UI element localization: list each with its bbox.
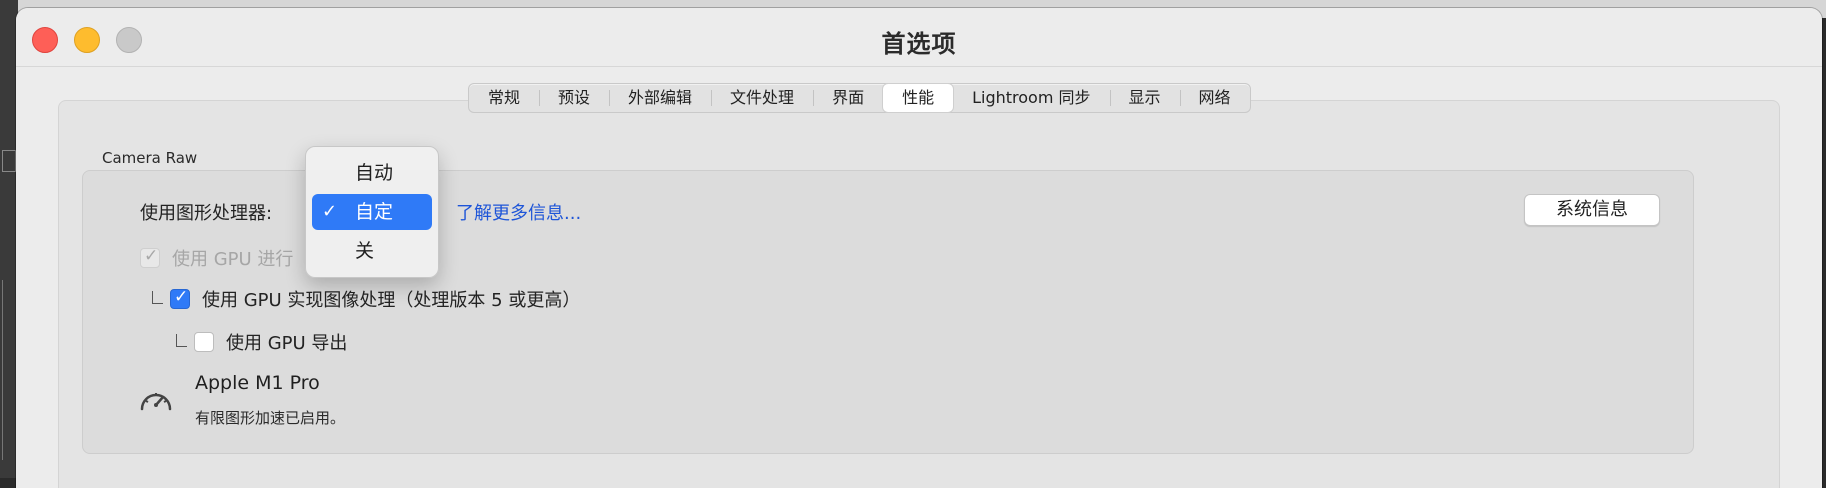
tab-file-handling[interactable]: 文件处理 xyxy=(711,84,813,112)
tree-connector-2 xyxy=(176,334,187,347)
gpu-usage-dropdown-menu: 自动 ✓ 自定 关 xyxy=(305,146,439,278)
tree-connector-1 xyxy=(152,291,163,304)
gpu-image-processing-label: 使用 GPU 实现图像处理（处理版本 5 或更高） xyxy=(202,290,581,311)
gpu-export-label: 使用 GPU 导出 xyxy=(226,333,348,354)
preferences-window: 首选项 常规 预设 外部编辑 文件处理 界面 性能 Lightroom 同步 显… xyxy=(16,8,1822,488)
menu-item-custom[interactable]: ✓ 自定 xyxy=(312,194,432,230)
tab-performance[interactable]: 性能 xyxy=(883,84,954,112)
camera-raw-section-title: Camera Raw xyxy=(102,149,198,167)
tab-presets[interactable]: 预设 xyxy=(539,84,609,112)
tab-general[interactable]: 常规 xyxy=(469,84,539,112)
tab-external-editing[interactable]: 外部编辑 xyxy=(609,84,711,112)
background-fragment-line xyxy=(2,280,15,460)
system-info-button[interactable]: 系统信息 xyxy=(1524,194,1660,226)
gauge-icon xyxy=(140,393,172,411)
checkmark-icon: ✓ xyxy=(322,201,338,222)
gpu-model-name: Apple M1 Pro xyxy=(195,372,320,394)
menu-item-auto-label: 自动 xyxy=(355,162,394,184)
gpu-display-label: 使用 GPU 进行 xyxy=(172,249,294,270)
menu-item-off[interactable]: 关 xyxy=(312,233,432,269)
menu-item-custom-label: 自定 xyxy=(355,201,394,223)
window-title: 首选项 xyxy=(881,30,957,58)
tab-display[interactable]: 显示 xyxy=(1109,84,1180,112)
gpu-image-processing-checkbox[interactable] xyxy=(170,287,190,309)
tab-network[interactable]: 网络 xyxy=(1179,84,1250,112)
preferences-tab-bar: 常规 预设 外部编辑 文件处理 界面 性能 Lightroom 同步 显示 网络 xyxy=(468,83,1251,113)
learn-more-link[interactable]: 了解更多信息... xyxy=(456,199,581,225)
tab-interface[interactable]: 界面 xyxy=(813,84,883,112)
gpu-display-checkbox[interactable] xyxy=(140,246,160,268)
background-fragment xyxy=(2,150,16,172)
title-bar: 首选项 xyxy=(16,8,1822,67)
menu-item-auto[interactable]: 自动 xyxy=(312,155,432,191)
gpu-usage-label: 使用图形处理器: xyxy=(140,203,273,224)
gpu-acceleration-status: 有限图形加速已启用。 xyxy=(195,409,346,427)
tab-lightroom-sync[interactable]: Lightroom 同步 xyxy=(953,84,1109,112)
gpu-export-checkbox[interactable] xyxy=(194,332,214,352)
menu-item-off-label: 关 xyxy=(355,240,375,262)
